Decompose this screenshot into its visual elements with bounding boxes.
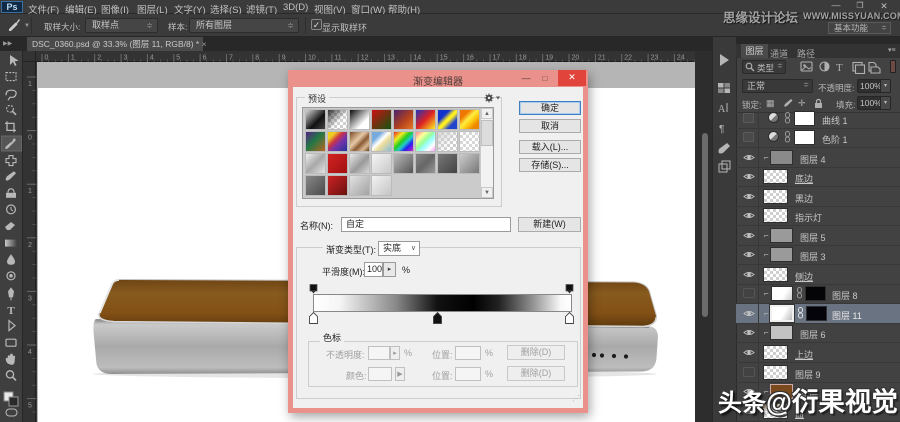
- svg-text:4: 4: [150, 55, 154, 62]
- svg-text:0: 0: [45, 55, 49, 62]
- svg-text:9: 9: [282, 55, 286, 62]
- svg-text:2: 2: [28, 242, 32, 249]
- svg-text:T: T: [836, 62, 843, 74]
- svg-text:7: 7: [229, 55, 233, 62]
- svg-text:1: 1: [28, 81, 32, 88]
- svg-text:8: 8: [255, 55, 259, 62]
- svg-text:¶: ¶: [719, 124, 724, 135]
- svg-text:1: 1: [71, 55, 75, 62]
- svg-text:T: T: [7, 305, 15, 317]
- svg-text:5: 5: [176, 55, 180, 62]
- svg-text:0: 0: [28, 135, 32, 142]
- svg-text:1: 1: [28, 188, 32, 195]
- svg-text:6: 6: [203, 55, 207, 62]
- svg-text:3: 3: [28, 295, 32, 302]
- svg-text:2: 2: [97, 55, 101, 62]
- svg-text:A: A: [718, 104, 726, 115]
- svg-text:4: 4: [28, 349, 32, 356]
- svg-text:5: 5: [28, 403, 32, 410]
- svg-text:3: 3: [124, 55, 128, 62]
